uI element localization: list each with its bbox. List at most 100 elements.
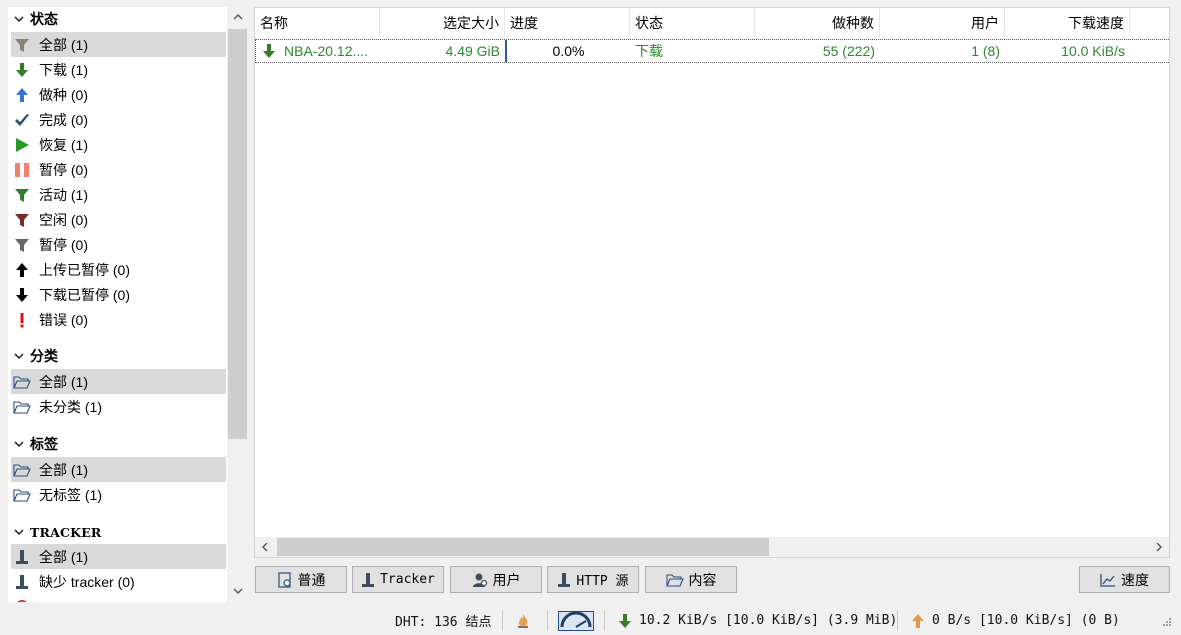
tracker-filter-all[interactable]: 全部 (1) bbox=[11, 544, 226, 569]
status-filter-active[interactable]: 活动 (1) bbox=[11, 182, 226, 207]
tab-http-sources[interactable]: HTTP 源 bbox=[547, 566, 639, 593]
folder-icon bbox=[11, 369, 33, 394]
category-filter-all[interactable]: 全部 (1) bbox=[11, 369, 226, 394]
table-scrollbar-thumb[interactable] bbox=[277, 538, 769, 556]
flame-icon[interactable] bbox=[516, 606, 530, 635]
tag-filter-label: 无标签 (1) bbox=[39, 486, 102, 503]
scroll-down-arrow-icon[interactable] bbox=[227, 581, 248, 601]
tab-peers-label: 用户 bbox=[492, 571, 521, 588]
table-header: 名称 选定大小 进度 状态 做种数 用户 下载速度 bbox=[255, 8, 1169, 37]
status-filter-completed[interactable]: 完成 (0) bbox=[11, 107, 226, 132]
status-filter-resumed[interactable]: 恢复 (1) bbox=[11, 132, 226, 157]
status-filter-paused[interactable]: 暂停 (0) bbox=[11, 157, 226, 182]
status-filter-upload-paused[interactable]: 上传已暂停 (0) bbox=[11, 257, 226, 282]
tab-speed-label: 速度 bbox=[1121, 571, 1149, 588]
tracker-server-icon bbox=[11, 544, 33, 569]
alt-speed-limits-icon[interactable] bbox=[558, 606, 594, 635]
down-arrow-black-icon bbox=[11, 282, 33, 307]
tab-trackers[interactable]: Tracker bbox=[352, 566, 444, 593]
download-speed-status[interactable]: 10.2 KiB/s [10.0 KiB/s] (3.9 MiB) bbox=[617, 606, 897, 635]
tab-general[interactable]: 普通 bbox=[255, 566, 347, 593]
chart-icon bbox=[1100, 573, 1116, 587]
dht-nodes: DHT: 136 结点 bbox=[395, 615, 492, 630]
upload-speed-status[interactable]: 0 B/s [10.0 KiB/s] (0 B) bbox=[910, 606, 1120, 635]
column-header-seeds[interactable]: 做种数 bbox=[755, 8, 880, 37]
tag-filter-untagged[interactable]: 无标签 (1) bbox=[11, 482, 226, 507]
exclamation-icon bbox=[11, 307, 33, 332]
upload-arrow-icon bbox=[11, 82, 33, 107]
status-filter-label: 完成 (0) bbox=[39, 111, 88, 128]
sidebar-scrollbar[interactable] bbox=[227, 7, 248, 602]
tracker-filter-label: 全部 (1) bbox=[39, 548, 88, 565]
progress-bar: 0.0% bbox=[505, 40, 630, 62]
torrent-list: 名称 选定大小 进度 状态 做种数 用户 下载速度 NBA-20.12.... … bbox=[254, 7, 1170, 558]
tracker-filter-label: 缺少 tracker (0) bbox=[39, 573, 135, 590]
column-header-peers[interactable]: 用户 bbox=[880, 8, 1005, 37]
tracker-filter-trackerless[interactable]: 缺少 tracker (0) bbox=[11, 569, 226, 594]
tags-section-title: 标签 bbox=[30, 436, 58, 452]
column-header-status[interactable]: 状态 bbox=[630, 8, 755, 37]
folder-icon bbox=[11, 457, 33, 482]
filter-gray-icon bbox=[11, 232, 33, 257]
status-filter-inactive[interactable]: 空闲 (0) bbox=[11, 207, 226, 232]
pause-icon bbox=[11, 157, 33, 182]
status-filter-download-paused[interactable]: 下载已暂停 (0) bbox=[11, 282, 226, 307]
status-filter-label: 做种 (0) bbox=[39, 86, 88, 103]
status-filter-all[interactable]: 全部 (1) bbox=[11, 32, 226, 57]
scroll-left-arrow-icon[interactable] bbox=[255, 537, 275, 557]
sidebar-scrollbar-thumb[interactable] bbox=[228, 29, 247, 439]
torrent-progress-cell: 0.0% bbox=[505, 40, 630, 62]
category-section-header[interactable]: 分类 bbox=[8, 344, 226, 368]
tracker-section-title: TRACKER bbox=[30, 524, 102, 540]
torrent-status: 下载 bbox=[635, 43, 663, 59]
status-section-header[interactable]: 状态 bbox=[8, 7, 226, 31]
tab-content[interactable]: 内容 bbox=[645, 566, 737, 593]
column-header-down-speed[interactable]: 下载速度 bbox=[1005, 8, 1130, 37]
table-row[interactable]: NBA-20.12.... 4.49 GiB 0.0% 下载 55 (222) … bbox=[255, 39, 1169, 63]
progress-text: 0.0% bbox=[552, 43, 585, 59]
filter-green-icon bbox=[11, 182, 33, 207]
status-filter-label: 上传已暂停 (0) bbox=[39, 261, 130, 278]
upload-arrow-icon bbox=[910, 613, 926, 629]
status-section-title: 状态 bbox=[30, 11, 58, 27]
category-filter-label: 全部 (1) bbox=[39, 373, 88, 390]
status-filter-label: 错误 (0) bbox=[39, 311, 88, 328]
category-section-title: 分类 bbox=[30, 348, 58, 364]
status-filter-label: 下载已暂停 (0) bbox=[39, 286, 130, 303]
table-horizontal-scrollbar[interactable] bbox=[255, 537, 1169, 557]
folder-icon bbox=[11, 394, 33, 419]
tab-peers[interactable]: 用户 bbox=[450, 566, 542, 593]
column-header-name[interactable]: 名称 bbox=[255, 8, 380, 37]
status-filter-seeding[interactable]: 做种 (0) bbox=[11, 82, 226, 107]
torrent-seeds: 55 (222) bbox=[822, 43, 875, 59]
scroll-up-arrow-icon[interactable] bbox=[227, 7, 248, 27]
status-filter-stalled[interactable]: 暂停 (0) bbox=[11, 232, 226, 257]
status-filter-label: 全部 (1) bbox=[39, 36, 88, 53]
tags-section-header[interactable]: 标签 bbox=[8, 432, 226, 456]
tag-filter-all[interactable]: 全部 (1) bbox=[11, 457, 226, 482]
status-bar: DHT: 136 结点 10.2 KiB/s [10.0 KiB/s] (3.9… bbox=[0, 606, 1181, 635]
tag-filter-label: 全部 (1) bbox=[39, 461, 88, 478]
status-filter-label: 空闲 (0) bbox=[39, 211, 88, 228]
status-separator bbox=[604, 611, 605, 631]
tab-general-label: 普通 bbox=[297, 571, 326, 588]
tracker-server-icon bbox=[11, 569, 33, 594]
torrent-name: NBA-20.12.... bbox=[284, 43, 369, 59]
column-header-size[interactable]: 选定大小 bbox=[380, 8, 505, 37]
status-filter-errored[interactable]: 错误 (0) bbox=[11, 307, 226, 332]
column-header-progress[interactable]: 进度 bbox=[505, 8, 630, 37]
scroll-right-arrow-icon[interactable] bbox=[1149, 537, 1169, 557]
status-filter-label: 暂停 (0) bbox=[39, 161, 88, 178]
tracker-section-header[interactable]: TRACKER bbox=[8, 520, 226, 544]
resize-grip-icon[interactable] bbox=[1160, 606, 1172, 635]
download-speed-text: 10.2 KiB/s [10.0 KiB/s] (3.9 MiB) bbox=[639, 613, 898, 628]
tab-speed[interactable]: 速度 bbox=[1079, 566, 1170, 593]
status-separator bbox=[547, 611, 548, 631]
status-filter-label: 恢复 (1) bbox=[39, 136, 88, 153]
status-separator bbox=[502, 611, 503, 631]
category-filter-uncategorized[interactable]: 未分类 (1) bbox=[11, 394, 226, 419]
filter-sidebar: 状态 全部 (1) 下载 (1) 做种 (0) 完成 (0) 恢复 (1) 暂停… bbox=[8, 7, 248, 602]
status-filter-label: 下载 (1) bbox=[39, 61, 88, 78]
tab-trackers-label: Tracker bbox=[380, 572, 435, 587]
status-filter-downloading[interactable]: 下载 (1) bbox=[11, 57, 226, 82]
